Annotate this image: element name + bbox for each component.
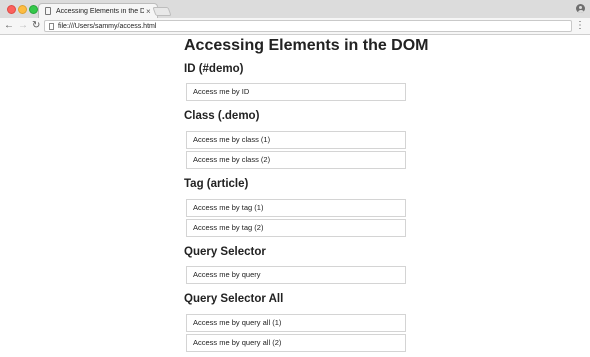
browser-toolbar: ← → ↻ file:///Users/sammy/access.html ⋮ (0, 18, 590, 35)
document-icon (45, 7, 51, 15)
demo-query-all-article-1: Access me by query all (1) (186, 314, 406, 332)
section-heading-id: ID (#demo) (184, 63, 244, 75)
page-content: Accessing Elements in the DOM ID (#demo)… (184, 35, 429, 352)
menu-icon[interactable]: ⋮ (575, 20, 585, 32)
back-arrow-icon[interactable]: ← (4, 20, 14, 32)
browser-tab[interactable]: Accessing Elements in the DOM × (38, 3, 158, 18)
section-heading-tag: Tag (article) (184, 178, 249, 190)
forward-arrow-icon[interactable]: → (18, 20, 28, 32)
tab-title: Accessing Elements in the DOM (56, 7, 144, 15)
address-bar[interactable]: file:///Users/sammy/access.html (44, 20, 572, 32)
page-title: Accessing Elements in the DOM (184, 37, 429, 54)
demo-class-article-2: Access me by class (2) (186, 151, 406, 169)
demo-id-article: Access me by ID (186, 83, 406, 101)
new-tab-button[interactable] (152, 7, 172, 16)
browser-tab-strip: Accessing Elements in the DOM × (0, 0, 590, 18)
close-window-icon[interactable] (7, 5, 16, 14)
section-heading-query-selector-all: Query Selector All (184, 293, 284, 305)
section-heading-class: Class (.demo) (184, 110, 260, 122)
demo-tag-article-1: Access me by tag (1) (186, 199, 406, 217)
demo-query-all-article-2: Access me by query all (2) (186, 334, 406, 352)
demo-tag-article-2: Access me by tag (2) (186, 219, 406, 237)
page-icon (49, 22, 54, 30)
demo-class-article-1: Access me by class (1) (186, 131, 406, 149)
minimize-window-icon[interactable] (18, 5, 27, 14)
address-url: file:///Users/sammy/access.html (58, 22, 157, 30)
reload-icon[interactable]: ↻ (32, 20, 40, 32)
profile-icon[interactable] (576, 4, 585, 13)
maximize-window-icon[interactable] (29, 5, 38, 14)
close-tab-icon[interactable]: × (146, 7, 151, 16)
section-heading-query-selector: Query Selector (184, 246, 266, 258)
demo-query-article: Access me by query (186, 266, 406, 284)
